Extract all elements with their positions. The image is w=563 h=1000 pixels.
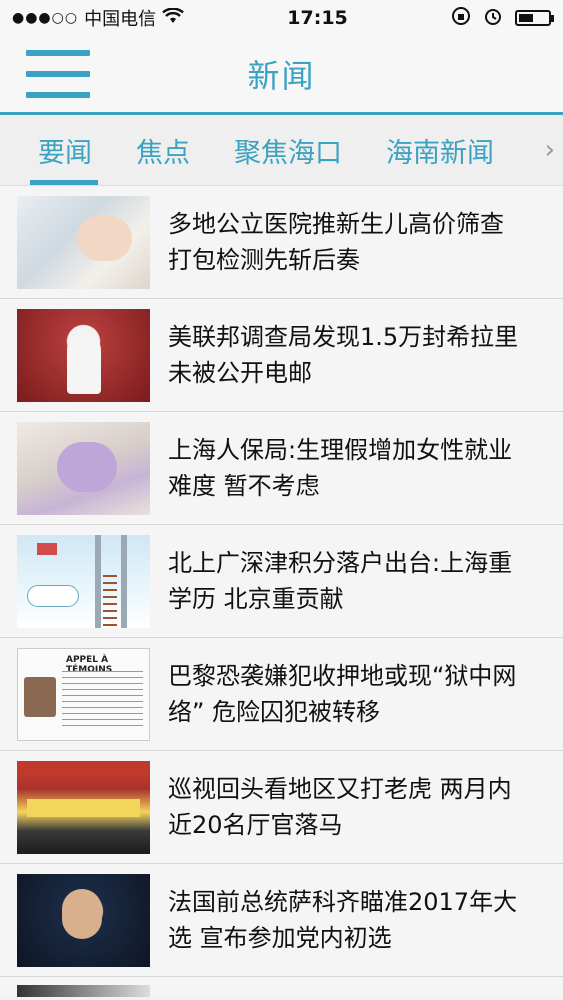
list-item-partial[interactable] xyxy=(0,977,563,997)
status-right xyxy=(451,6,554,31)
ladder-illustration xyxy=(17,534,150,628)
partial-thumbnail xyxy=(17,985,150,997)
news-headline: 法国前总统萨科齐瞄准2017年大选 宣布参加党内初选 xyxy=(168,888,518,952)
news-headline: 北上广深津积分落户出台:上海重学历 北京重贡献 xyxy=(168,549,513,613)
news-headline: 巡视回头看地区又打老虎 两月内近20名厅官落马 xyxy=(168,775,512,839)
list-item[interactable]: 巡视回头看地区又打老虎 两月内近20名厅官落马 xyxy=(0,751,563,864)
list-item[interactable]: 多地公立医院推新生儿高价筛查 打包检测先斩后奏 xyxy=(0,186,563,299)
tab-label: 要闻 xyxy=(38,137,92,169)
alarm-icon xyxy=(483,6,503,31)
tab-label: 聚焦海口 xyxy=(234,137,342,169)
wifi-icon xyxy=(162,7,184,29)
list-item[interactable]: APPEL À TÉMOINS 巴黎恐袭嫌犯收押地或现“狱中网络” 危险囚犯被转… xyxy=(0,638,563,751)
tab-hainan-news[interactable]: 海南新闻 xyxy=(364,115,516,185)
news-headline: 上海人保局:生理假增加女性就业难度 暂不考虑 xyxy=(168,436,513,500)
list-item[interactable]: 美联邦调查局发现1.5万封希拉里未被公开电邮 xyxy=(0,299,563,412)
news-headline: 美联邦调查局发现1.5万封希拉里未被公开电邮 xyxy=(168,323,519,387)
tab-haikou[interactable]: 聚焦海口 xyxy=(212,115,364,185)
list-item[interactable]: 北上广深津积分落户出台:上海重学历 北京重贡献 xyxy=(0,525,563,638)
tab-label: 海南新闻 xyxy=(386,137,494,169)
list-item[interactable]: 上海人保局:生理假增加女性就业难度 暂不考虑 xyxy=(0,412,563,525)
news-headline: 巴黎恐袭嫌犯收押地或现“狱中网络” 危险囚犯被转移 xyxy=(168,662,517,726)
tab-top-news[interactable]: 要闻 xyxy=(0,115,114,185)
battery-icon xyxy=(514,10,554,26)
signal-strength-icon: ●●●○○ xyxy=(12,10,79,26)
clock: 17:15 xyxy=(287,7,348,29)
politician-rally-photo xyxy=(17,308,150,402)
list-item[interactable]: 法国前总统萨科齐瞄准2017年大选 宣布参加党内初选 xyxy=(0,864,563,977)
page-title: 新闻 xyxy=(247,57,316,95)
navigation-bar: 新闻 xyxy=(0,36,563,115)
rotation-lock-icon xyxy=(451,6,471,31)
tab-focus[interactable]: 焦点 xyxy=(114,115,212,185)
carrier-name: 中国电信 xyxy=(84,9,157,30)
hospital-newborn-photo xyxy=(17,195,150,289)
chevron-right-icon[interactable]: › xyxy=(545,135,555,165)
tab-label: 焦点 xyxy=(136,137,190,169)
news-list: 多地公立医院推新生儿高价筛查 打包检测先斩后奏 美联邦调查局发现1.5万封希拉里… xyxy=(0,186,563,997)
category-tabs: 要闻 焦点 聚焦海口 海南新闻 › xyxy=(0,115,563,186)
status-bar: ●●●○○ 中国电信 17:15 xyxy=(0,0,563,36)
conference-hall-photo xyxy=(17,760,150,854)
hamburger-menu-icon[interactable] xyxy=(26,50,90,98)
status-left: ●●●○○ 中国电信 xyxy=(12,5,184,31)
woman-resting-photo xyxy=(17,421,150,515)
politician-speech-photo xyxy=(17,873,150,967)
news-headline: 多地公立医院推新生儿高价筛查 打包检测先斩后奏 xyxy=(168,210,504,274)
wanted-poster-photo: APPEL À TÉMOINS xyxy=(17,647,150,741)
